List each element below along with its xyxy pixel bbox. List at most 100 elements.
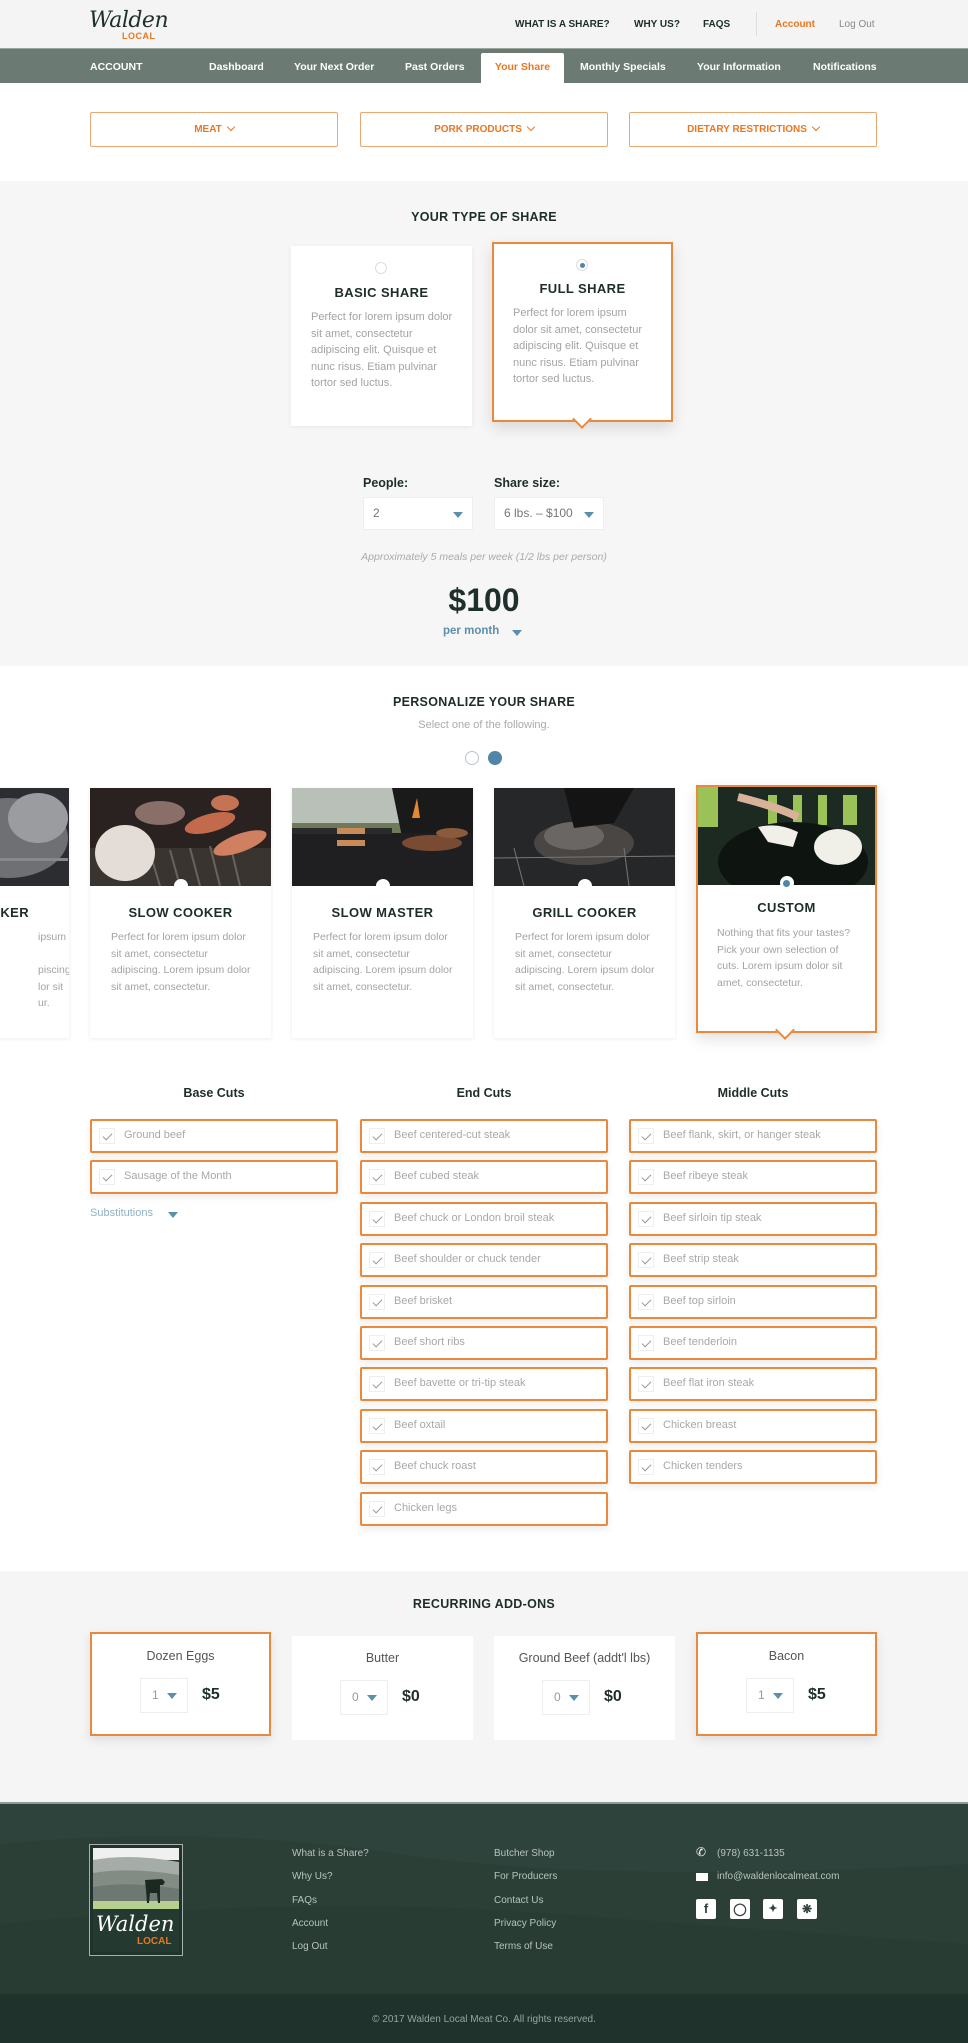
plan-radio-selected[interactable] (779, 876, 794, 890)
nav-faqs[interactable]: FAQS (703, 19, 730, 30)
addon-qty-select[interactable]: 1 (140, 1678, 188, 1713)
checkbox-checked[interactable] (638, 1169, 654, 1186)
carousel-dot-2-active[interactable] (488, 751, 502, 765)
nav-account[interactable]: Account (775, 19, 815, 30)
twitter-icon[interactable]: ✦ (763, 1899, 783, 1919)
cut-option[interactable]: Chicken tenders (629, 1450, 877, 1485)
plan-card-slow-master[interactable]: SLOW MASTER Perfect for lorem ipsum dolo… (292, 788, 473, 1038)
share-size-select[interactable]: 6 lbs. – $100 (494, 497, 604, 530)
cut-option[interactable]: Sausage of the Month (90, 1160, 338, 1195)
checkbox-checked[interactable] (638, 1459, 654, 1476)
checkbox-checked[interactable] (369, 1376, 385, 1393)
cut-option[interactable]: Beef flat iron steak (629, 1367, 877, 1402)
cut-option[interactable]: Beef shoulder or chuck tender (360, 1243, 608, 1278)
cut-option[interactable]: Beef chuck roast (360, 1450, 608, 1485)
cut-option[interactable]: Beef tenderloin (629, 1326, 877, 1360)
tab-your-next-order[interactable]: Your Next Order (294, 61, 374, 73)
footer-link-why-us[interactable]: Why Us? (292, 1871, 333, 1882)
checkbox-checked[interactable] (638, 1210, 654, 1227)
checkbox-checked[interactable] (99, 1169, 115, 1186)
facebook-icon[interactable]: f (696, 1899, 716, 1919)
addon-card[interactable]: Dozen Eggs 1 $5 (90, 1632, 271, 1736)
cut-option[interactable]: Beef cubed steak (360, 1160, 608, 1195)
cut-option[interactable]: Chicken breast (629, 1408, 877, 1443)
nav-why-us[interactable]: WHY US? (634, 19, 680, 30)
cut-option[interactable]: Beef bavette or tri-tip steak (360, 1367, 608, 1402)
cut-option[interactable]: Beef chuck or London broil steak (360, 1201, 608, 1236)
checkbox-checked[interactable] (369, 1169, 385, 1186)
footer-link-contact-us[interactable]: Contact Us (494, 1895, 543, 1906)
plan-radio[interactable] (375, 879, 390, 893)
footer-link-butcher-shop[interactable]: Butcher Shop (494, 1848, 555, 1859)
checkbox-checked[interactable] (638, 1252, 654, 1269)
checkbox-checked[interactable] (369, 1335, 385, 1351)
checkbox-checked[interactable] (369, 1417, 385, 1434)
footer-email[interactable]: info@waldenlocalmeat.com (717, 1871, 839, 1882)
cut-option[interactable]: Beef oxtail (360, 1408, 608, 1443)
nav-what-is-a-share[interactable]: WHAT IS A SHARE? (515, 19, 610, 30)
tab-dashboard[interactable]: Dashboard (209, 61, 264, 73)
checkbox-checked[interactable] (99, 1128, 115, 1144)
checkbox-checked[interactable] (638, 1128, 654, 1144)
addon-qty-select[interactable]: 0 (542, 1680, 590, 1715)
checkbox-checked[interactable] (369, 1210, 385, 1227)
people-select[interactable]: 2 (363, 497, 473, 530)
substitutions-toggle[interactable]: Substitutions (90, 1207, 178, 1219)
addon-card[interactable]: Ground Beef (addt'l lbs) 0 $0 (494, 1636, 675, 1740)
share-full-radio[interactable] (576, 259, 588, 271)
yelp-icon[interactable]: ❋ (797, 1899, 817, 1919)
footer-phone[interactable]: (978) 631-1135 (717, 1848, 785, 1859)
share-basic-radio[interactable] (375, 262, 387, 274)
plan-card-slow-cooker[interactable]: SLOW COOKER Perfect for lorem ipsum dolo… (90, 788, 271, 1038)
nav-logout[interactable]: Log Out (839, 19, 875, 30)
share-option-basic[interactable]: BASIC SHARE Perfect for lorem ipsum dolo… (291, 246, 472, 426)
cut-option[interactable]: Beef sirloin tip steak (629, 1201, 877, 1236)
checkbox-checked[interactable] (369, 1459, 385, 1476)
addon-qty-select[interactable]: 0 (340, 1680, 388, 1715)
plan-card-custom[interactable]: CUSTOM Nothing that fits your tastes? Pi… (696, 785, 877, 1040)
tab-notifications[interactable]: Notifications (813, 61, 877, 73)
filter-pork-products[interactable]: PORK PRODUCTS (360, 112, 608, 147)
checkbox-checked[interactable] (638, 1335, 654, 1351)
footer-link-terms-of-use[interactable]: Terms of Use (494, 1941, 553, 1952)
cut-option[interactable]: Beef strip steak (629, 1243, 877, 1278)
carousel-dot-1[interactable] (465, 751, 479, 765)
cut-option[interactable]: Ground beef (90, 1119, 338, 1153)
logo[interactable]: Walden (89, 8, 169, 33)
footer-link-logout[interactable]: Log Out (292, 1941, 328, 1952)
footer-link-privacy-policy[interactable]: Privacy Policy (494, 1918, 556, 1929)
filter-dietary-restrictions[interactable]: DIETARY RESTRICTIONS (629, 112, 877, 147)
cut-option[interactable]: Beef flank, skirt, or hanger steak (629, 1119, 877, 1153)
footer-logo[interactable]: Walden LOCAL (89, 1844, 183, 1956)
tab-monthly-specials[interactable]: Monthly Specials (580, 61, 666, 73)
checkbox-checked[interactable] (638, 1293, 654, 1310)
checkbox-checked[interactable] (638, 1417, 654, 1434)
footer-link-account[interactable]: Account (292, 1918, 328, 1929)
checkbox-checked[interactable] (369, 1293, 385, 1310)
plan-card-partial[interactable]: KER ipsum piscing. lor sit ur. (0, 788, 69, 1038)
checkbox-checked[interactable] (369, 1252, 385, 1269)
addon-qty-select[interactable]: 1 (746, 1678, 794, 1713)
cut-option[interactable]: Beef brisket (360, 1284, 608, 1319)
cut-option[interactable]: Beef short ribs (360, 1326, 608, 1360)
cut-option[interactable]: Beef ribeye steak (629, 1160, 877, 1195)
tab-your-share[interactable]: Your Share (481, 53, 564, 84)
plan-card-grill-cooker[interactable]: GRILL COOKER Perfect for lorem ipsum dol… (494, 788, 675, 1038)
share-option-full[interactable]: FULL SHARE Perfect for lorem ipsum dolor… (492, 242, 673, 429)
cut-option[interactable]: Beef top sirloin (629, 1284, 877, 1319)
cut-option[interactable]: Chicken legs (360, 1491, 608, 1526)
plan-radio[interactable] (173, 879, 188, 893)
cut-option[interactable]: Beef centered-cut steak (360, 1119, 608, 1153)
instagram-icon[interactable]: ◯ (730, 1899, 750, 1919)
checkbox-checked[interactable] (638, 1376, 654, 1393)
plan-radio[interactable] (577, 879, 592, 893)
filter-meat[interactable]: MEAT (90, 112, 338, 147)
addon-card[interactable]: Bacon 1 $5 (696, 1632, 877, 1736)
tab-past-orders[interactable]: Past Orders (405, 61, 465, 73)
footer-link-faqs[interactable]: FAQs (292, 1895, 317, 1906)
footer-link-what-is-a-share[interactable]: What is a Share? (292, 1848, 369, 1859)
footer-link-for-producers[interactable]: For Producers (494, 1871, 557, 1882)
addon-card[interactable]: Butter 0 $0 (292, 1636, 473, 1740)
checkbox-checked[interactable] (369, 1128, 385, 1144)
checkbox-checked[interactable] (369, 1500, 385, 1517)
